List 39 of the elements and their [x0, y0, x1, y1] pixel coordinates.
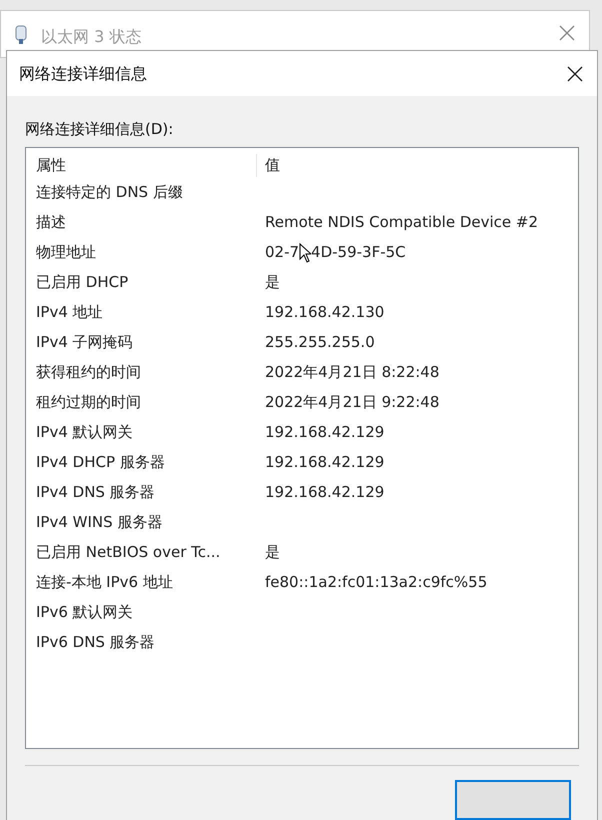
property-cell-text: IPv4 地址	[36, 302, 104, 324]
property-cell-text: 已启用 NetBIOS over Tc...	[36, 542, 222, 564]
value-cell-text: 192.168.42.129	[265, 482, 384, 504]
value-cell-text: 02-7	[265, 242, 300, 264]
property-cell-text: IPv4 默认网关	[36, 422, 134, 444]
close-button[interactable]	[567, 66, 583, 82]
property-cell-text: IPv4 子网掩码	[36, 332, 134, 354]
property-cell-text: 连接特定的 DNS 后缀	[36, 182, 184, 204]
value-cell-text: Remote NDIS Compatible Device #2	[265, 212, 538, 234]
property-cell-text: IPv4 DNS 服务器	[36, 482, 156, 504]
value-cell-text: 192.168.42.129	[265, 452, 384, 474]
property-cell-text: 租约过期的时间	[36, 392, 142, 414]
value-cell-text: 是	[265, 272, 280, 294]
property-cell-text: IPv4 DHCP 服务器	[36, 452, 166, 474]
property-cell-text: IPv4 WINS 服务器	[36, 512, 164, 534]
column-header[interactable]: 值	[257, 154, 280, 177]
dialog-button[interactable]	[455, 780, 571, 820]
value-cell-text: 192.168.42.129	[265, 422, 384, 444]
value-cell-text: fe80::1a2:fc01:13a2:c9fc%55	[265, 572, 488, 594]
network-adapter-icon	[15, 25, 27, 45]
value-cell-text: 4D-59-3F-5C	[311, 242, 406, 264]
property-cell-text: 获得租约的时间	[36, 362, 142, 384]
property-cell-text: 连接-本地 IPv6 地址	[36, 572, 174, 594]
property-cell-text: 物理地址	[36, 242, 97, 264]
value-cell-text: 2022年4月21日 9:22:48	[265, 392, 440, 414]
dialog-title: 网络连接详细信息	[19, 62, 147, 84]
list-label: 网络连接详细信息(D):	[25, 119, 174, 140]
close-icon	[567, 66, 583, 82]
column-header[interactable]: 属性	[36, 154, 257, 177]
property-cell-text: 已启用 DHCP	[36, 272, 130, 294]
value-cell-text: 255.255.255.0	[265, 332, 375, 354]
property-cell-text: 描述	[36, 212, 67, 234]
value-cell-text: 是	[265, 542, 280, 564]
value-cell-text: 2022年4月21日 8:22:48	[265, 362, 440, 384]
property-cell-text: IPv6 默认网关	[36, 602, 134, 624]
value-cell-text: 192.168.42.130	[265, 302, 384, 324]
window-title: 以太网 3 状态	[41, 26, 142, 48]
close-icon	[559, 25, 575, 41]
property-cell-text: IPv6 DNS 服务器	[36, 632, 156, 654]
